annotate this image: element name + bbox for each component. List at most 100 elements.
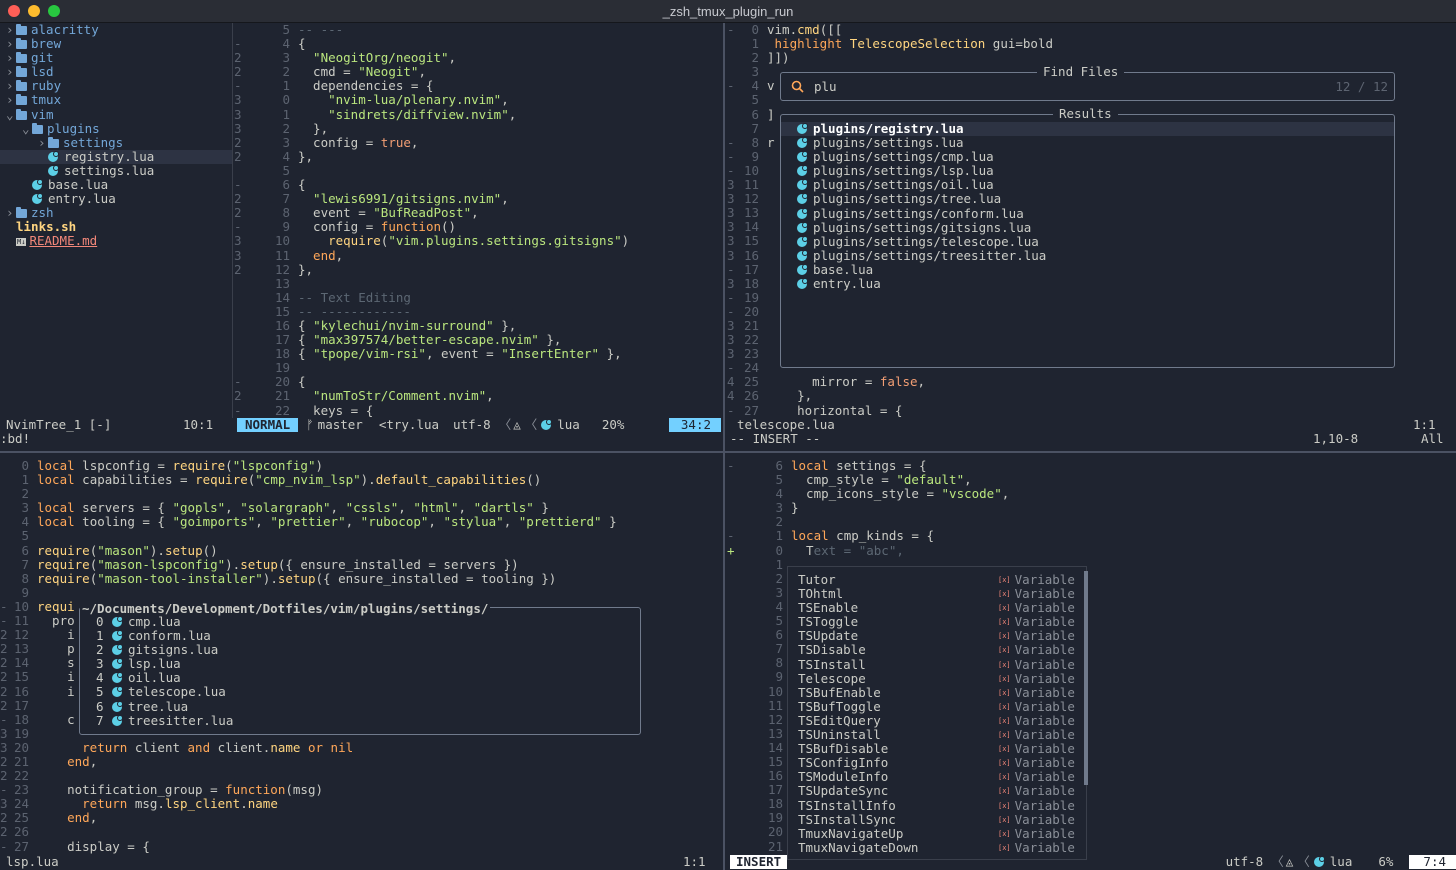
tree-item[interactable]: M↓README.md [0,234,232,248]
telescope-result-item[interactable]: plugins/settings/conform.lua [781,207,1394,221]
completion-scrollbar[interactable] [1084,571,1088,785]
file-picker-item[interactable]: 2gitsigns.lua [96,643,233,657]
variable-kind-icon: [x] [998,784,1011,798]
line-number: 19 [741,291,767,305]
file-picker-item[interactable]: 6tree.lua [96,700,233,714]
zoom-window-button[interactable] [48,5,60,17]
file-picker-item[interactable]: 5telescope.lua [96,685,233,699]
git-sign: 3 [0,727,10,741]
telescope-prompt[interactable]: Find Files plu 12 / 12 [780,72,1395,101]
telescope-result-item[interactable]: plugins/settings/telescope.lua [781,235,1394,249]
completion-item[interactable]: TSInstallInfo[x]Variable [798,799,1078,813]
code-token: "InsertEnter" [501,346,599,361]
tree-item[interactable]: ›alacritty [0,23,232,37]
line-number: 7 [248,192,298,206]
telescope-result-item[interactable]: plugins/settings/treesitter.lua [781,249,1394,263]
code-token: event = [298,205,373,220]
telescope-result-item[interactable]: plugins/registry.lua [781,122,1394,136]
telescope-query-input[interactable]: plu [814,79,837,94]
completion-item[interactable]: TSInstallSync[x]Variable [798,813,1078,827]
tree-item[interactable]: ›brew [0,37,232,51]
tree-item[interactable]: ›zsh [0,206,232,220]
file-picker-item[interactable]: 4oil.lua [96,671,233,685]
line-number: 6 [10,544,37,558]
tree-item[interactable]: base.lua [0,178,232,192]
completion-item[interactable]: TmuxNavigateDown[x]Variable [798,841,1078,855]
code-line: 18{ "tpope/vim-rsi", event = "InsertEnte… [234,347,722,361]
status-separator-icon: 〈 [1271,855,1284,869]
telescope-result-item[interactable]: plugins/settings/oil.lua [781,178,1394,192]
git-sign: 2 [0,825,10,839]
file-picker-item[interactable]: 0cmp.lua [96,615,233,629]
git-sign: - [727,529,741,543]
file-picker-item[interactable]: 1conform.lua [96,629,233,643]
telescope-result-item[interactable]: entry.lua [781,277,1394,291]
tree-item[interactable]: ›settings [0,136,232,150]
tree-item[interactable]: entry.lua [0,192,232,206]
tree-item[interactable]: ›tmux [0,93,232,107]
code-token: { [298,374,306,389]
completion-item[interactable]: TOhtml[x]Variable [798,587,1078,601]
telescope-result-item[interactable]: base.lua [781,263,1394,277]
code-token: () [441,219,456,234]
code-token: . [240,796,248,811]
line-number: 15 [248,305,298,319]
telescope-result-item[interactable]: plugins/settings/tree.lua [781,192,1394,206]
minimize-window-button[interactable] [28,5,40,17]
tree-item[interactable]: settings.lua [0,164,232,178]
tree-item[interactable]: ›ruby [0,79,232,93]
completion-item[interactable]: TSUpdateSync[x]Variable [798,784,1078,798]
completion-item[interactable]: TSEnable[x]Variable [798,601,1078,615]
lua-icon [797,152,807,162]
completion-item[interactable]: TSConfigInfo[x]Variable [798,756,1078,770]
line-number: 2 [248,65,298,79]
pane-divider [232,23,233,418]
line-number: 10 [248,234,298,248]
line-number: 22 [248,404,298,418]
file-picker-item[interactable]: 3lsp.lua [96,657,233,671]
code-token: ). [263,571,278,586]
tree-item[interactable]: ›git [0,51,232,65]
telescope-result-item[interactable]: plugins/settings/gitsigns.lua [781,221,1394,235]
tree-item[interactable]: registry.lua [0,150,232,164]
tree-item[interactable]: ⌄plugins [0,122,232,136]
completion-item[interactable]: TSUninstall[x]Variable [798,728,1078,742]
completion-item[interactable]: TSUpdate[x]Variable [798,629,1078,643]
telescope-result-item[interactable]: plugins/settings.lua [781,136,1394,150]
code-token: end [298,248,336,263]
tree-item[interactable]: ⌄vim [0,108,232,122]
file-picker-item[interactable]: 7treesitter.lua [96,714,233,728]
completion-item[interactable]: TSModuleInfo[x]Variable [798,770,1078,784]
editor-registry-pane[interactable]: 5-- ----4{23 "NeogitOrg/neogit",22 cmd =… [234,23,722,418]
completion-item[interactable]: TSBufEnable[x]Variable [798,686,1078,700]
completion-menu: Tutor[x]VariableTOhtml[x]VariableTSEnabl… [787,566,1087,860]
completion-item[interactable]: TmuxNavigateUp[x]Variable [798,827,1078,841]
nvim-tree-pane[interactable]: ›alacritty›brew›git›lsd›ruby›tmux⌄vim⌄pl… [0,23,232,418]
tree-item-label: brew [31,36,61,51]
git-sign: 3 [727,192,741,206]
git-sign: 2 [234,206,248,220]
tree-item-label: lsd [31,64,54,79]
git-sign: 3 [727,206,741,220]
code-token: i [37,684,75,699]
close-window-button[interactable] [8,5,20,17]
completion-item[interactable]: TSBufDisable[x]Variable [798,742,1078,756]
telescope-result-item[interactable]: plugins/settings/lsp.lua [781,164,1394,178]
completion-item[interactable]: TSEditQuery[x]Variable [798,714,1078,728]
completion-item[interactable]: TSToggle[x]Variable [798,615,1078,629]
telescope-result-item[interactable]: plugins/settings/cmp.lua [781,150,1394,164]
completion-item[interactable]: TSDisable[x]Variable [798,643,1078,657]
completion-item[interactable]: TSBufToggle[x]Variable [798,700,1078,714]
code-token: , [418,64,426,79]
completion-item[interactable]: TSInstall[x]Variable [798,658,1078,672]
tree-item[interactable]: ›lsd [0,65,232,79]
git-sign: 2 [0,628,10,642]
completion-item[interactable]: Tutor[x]Variable [798,573,1078,587]
command-line[interactable]: :bd! [0,432,30,446]
line-number: 3 [10,501,37,515]
completion-item[interactable]: Telescope[x]Variable [798,672,1078,686]
tree-item[interactable]: links.sh [0,220,232,234]
code-token: () [526,472,541,487]
code-line: -27 display = { [0,840,722,854]
git-sign: - [0,713,10,727]
